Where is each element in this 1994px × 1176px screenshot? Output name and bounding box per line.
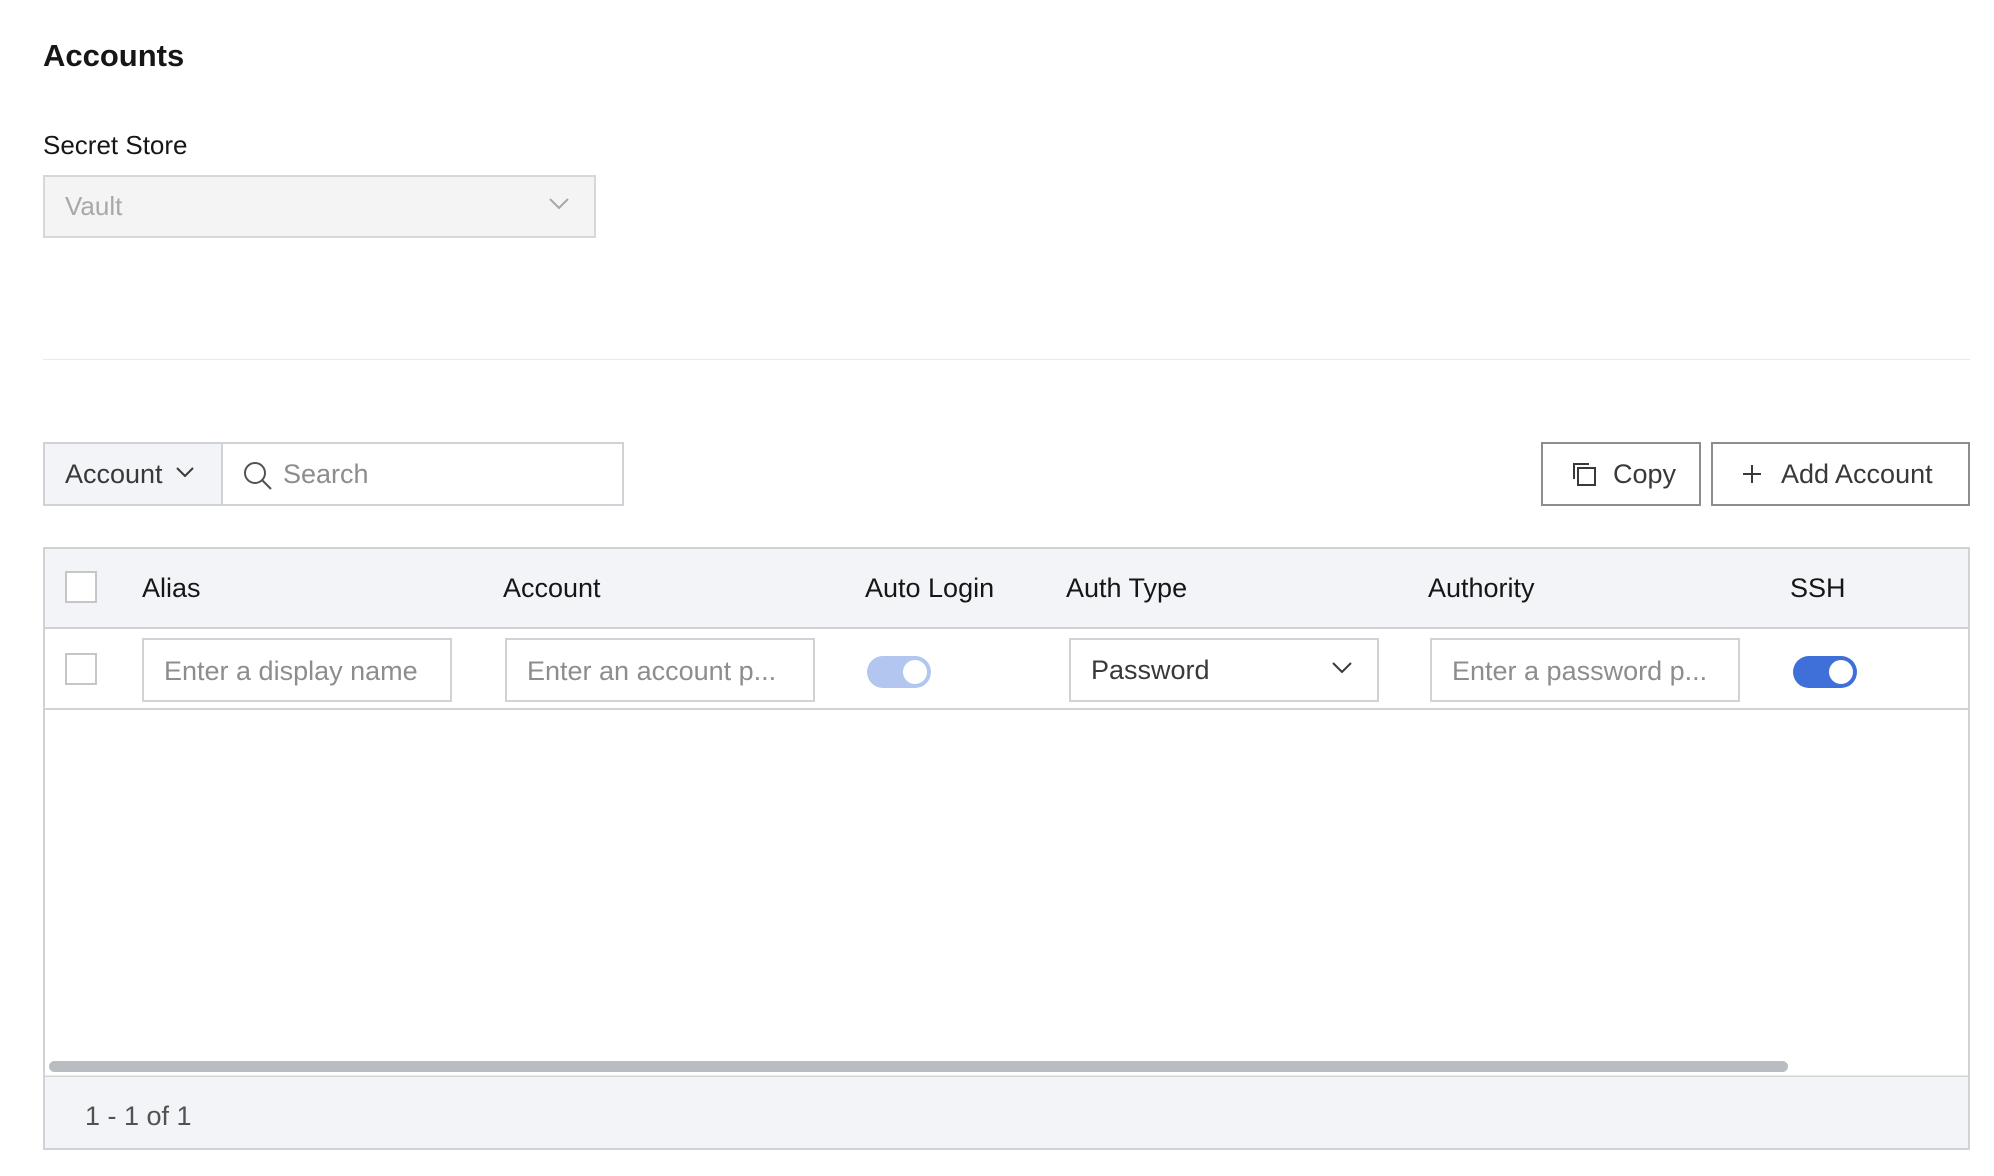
authority-input[interactable]	[1452, 652, 1722, 690]
account-input[interactable]	[527, 652, 797, 690]
chevron-down-icon	[549, 198, 569, 210]
account-field[interactable]	[505, 638, 815, 702]
auth-type-select[interactable]: Password	[1069, 638, 1379, 702]
row-select-checkbox[interactable]	[65, 653, 97, 685]
filter-field-value: Account	[65, 458, 163, 489]
alias-input[interactable]	[164, 652, 434, 690]
add-account-button[interactable]: Add Account	[1711, 442, 1970, 506]
accounts-table: Alias Account Auto Login Auth Type Autho…	[43, 547, 1970, 1150]
toggle-knob	[1829, 660, 1853, 684]
filter-field-select[interactable]: Account	[43, 442, 223, 506]
table-header: Alias Account Auto Login Auth Type Autho…	[45, 549, 1968, 629]
section-divider	[43, 359, 1970, 360]
plus-icon	[1743, 465, 1761, 483]
search-box[interactable]	[221, 442, 624, 506]
toggle-knob	[903, 660, 927, 684]
column-header-auto-login[interactable]: Auto Login	[865, 573, 994, 604]
auth-type-value: Password	[1091, 654, 1210, 685]
column-header-authority[interactable]: Authority	[1428, 573, 1535, 604]
column-header-auth-type[interactable]: Auth Type	[1066, 573, 1187, 604]
chevron-down-icon	[176, 467, 194, 478]
secret-store-value: Vault	[65, 191, 123, 221]
copy-icon	[1573, 463, 1596, 486]
search-input[interactable]	[283, 454, 613, 494]
add-account-button-label: Add Account	[1781, 458, 1933, 489]
secret-store-select[interactable]: Vault	[43, 175, 596, 238]
table-row: Password	[45, 629, 1968, 710]
pagination-count: 1 - 1 of 1	[85, 1101, 192, 1131]
copy-button-label: Copy	[1613, 458, 1677, 489]
scrollbar-thumb[interactable]	[49, 1061, 1788, 1072]
select-all-checkbox[interactable]	[65, 571, 97, 603]
table-footer: 1 - 1 of 1	[45, 1076, 1968, 1148]
auto-login-toggle[interactable]	[867, 656, 931, 688]
column-header-alias[interactable]: Alias	[142, 573, 201, 604]
alias-field[interactable]	[142, 638, 452, 702]
accounts-page: Accounts Secret Store Vault Account Copy	[0, 0, 1994, 1176]
search-icon	[244, 462, 272, 490]
copy-button[interactable]: Copy	[1541, 442, 1701, 506]
authority-field[interactable]	[1430, 638, 1740, 702]
chevron-down-icon	[1332, 662, 1352, 674]
column-header-account[interactable]: Account	[503, 573, 601, 604]
horizontal-scrollbar[interactable]	[45, 1054, 1968, 1076]
secret-store-label: Secret Store	[43, 130, 188, 160]
page-title: Accounts	[43, 38, 185, 73]
ssh-toggle[interactable]	[1793, 656, 1857, 688]
column-header-ssh[interactable]: SSH	[1790, 573, 1846, 604]
